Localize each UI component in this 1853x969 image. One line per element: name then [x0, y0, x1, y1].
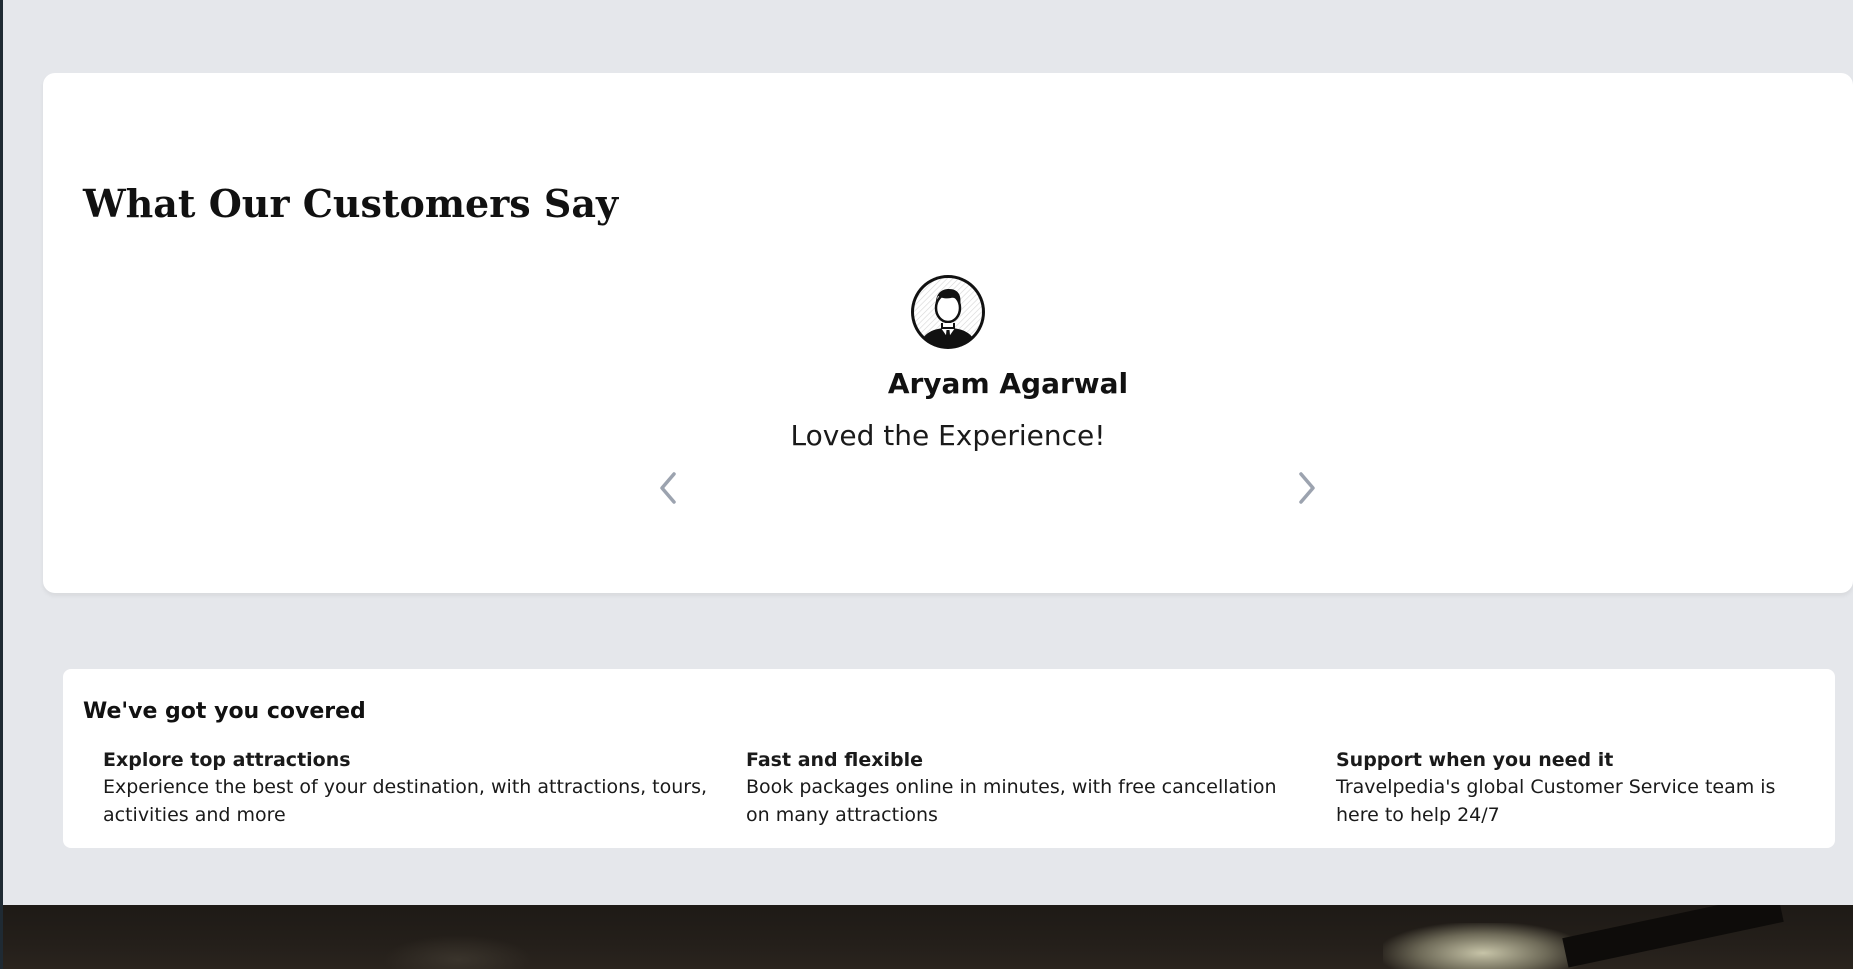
page-background: What Our Customers Say Aryam Agarwal Lov…: [3, 0, 1853, 905]
covered-title: We've got you covered: [83, 699, 366, 724]
feature-explore-attractions: Explore top attractions Experience the b…: [103, 747, 713, 829]
user-avatar-icon: [908, 272, 988, 352]
feature-fast-flexible: Fast and flexible Book packages online i…: [746, 747, 1306, 829]
feature-title: Support when you need it: [1336, 749, 1614, 771]
chevron-left-icon: [660, 472, 676, 504]
feature-description: Book packages online in minutes, with fr…: [746, 776, 1277, 826]
covered-section: We've got you covered Explore top attrac…: [63, 669, 1835, 848]
feature-title: Fast and flexible: [746, 749, 923, 771]
feature-description: Travelpedia's global Customer Service te…: [1336, 776, 1776, 826]
chevron-right-icon: [1299, 472, 1315, 504]
carousel-next-button[interactable]: [1287, 458, 1327, 518]
footer-hero-image: [3, 905, 1853, 969]
feature-title: Explore top attractions: [103, 749, 351, 771]
footer-decoration: [383, 935, 533, 969]
carousel-prev-button[interactable]: [648, 458, 688, 518]
feature-description: Experience the best of your destination,…: [103, 776, 708, 826]
review-text: Loved the Experience!: [790, 419, 1106, 452]
testimonials-section: What Our Customers Say Aryam Agarwal Lov…: [43, 73, 1853, 593]
footer-decoration: [1562, 905, 1784, 968]
feature-support: Support when you need it Travelpedia's g…: [1336, 747, 1816, 829]
section-title: What Our Customers Say: [83, 181, 619, 226]
footer-decoration: [1383, 923, 1583, 969]
reviewer-name: Aryam Agarwal: [887, 367, 1129, 400]
